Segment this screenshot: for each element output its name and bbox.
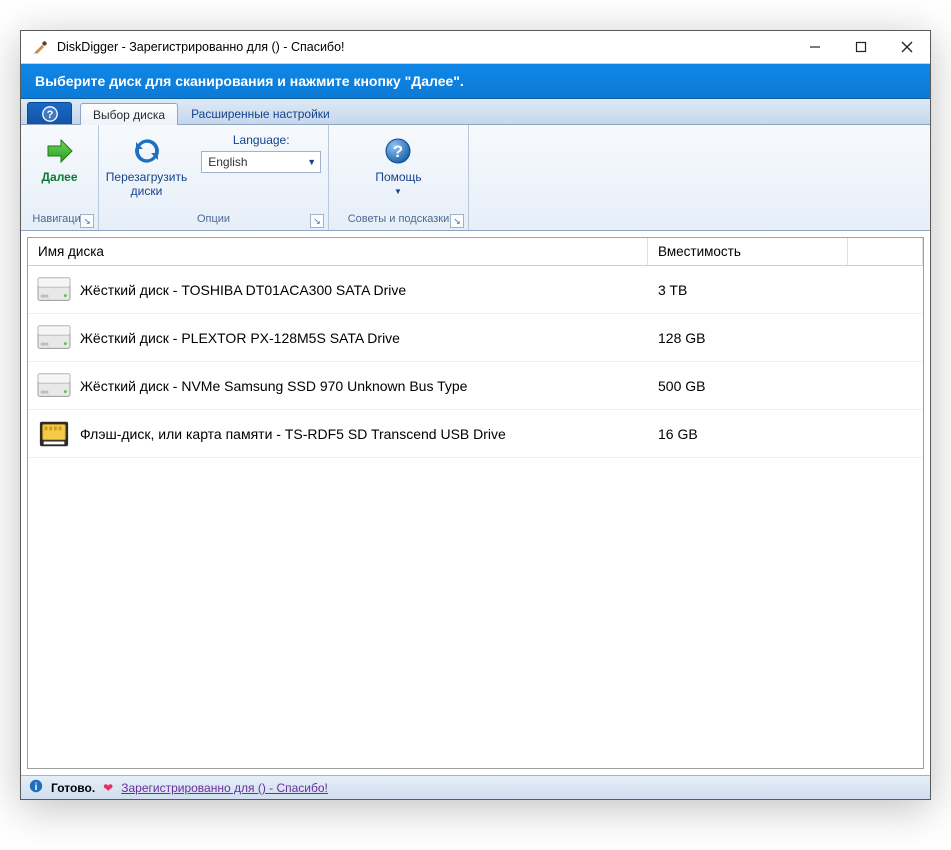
refresh-icon [129, 133, 165, 169]
next-button-label: Далее [41, 171, 77, 185]
help-button[interactable]: ? Помощь ▼ [371, 131, 425, 198]
tab-label: Расширенные настройки [191, 107, 330, 121]
hard-drive-icon [28, 274, 80, 306]
svg-text:?: ? [46, 109, 53, 121]
svg-text:?: ? [393, 142, 403, 161]
disk-capacity: 3 TB [648, 282, 848, 298]
tab-advanced-settings[interactable]: Расширенные настройки [178, 102, 343, 124]
table-row[interactable]: Флэш-диск, или карта памяти - TS-RDF5 SD… [28, 410, 923, 458]
hard-drive-icon [28, 322, 80, 354]
column-header-capacity[interactable]: Вместимость [648, 238, 848, 265]
status-ready: Готово. [51, 781, 95, 795]
grid-header: Имя диска Вместимость [28, 238, 923, 266]
close-button[interactable] [884, 31, 930, 63]
disk-name: Флэш-диск, или карта памяти - TS-RDF5 SD… [80, 426, 648, 442]
ribbon-group-tips: ? Помощь ▼ Советы и подсказки ↘ [329, 125, 469, 230]
table-row[interactable]: Жёсткий диск - TOSHIBA DT01ACA300 SATA D… [28, 266, 923, 314]
language-value: English [208, 155, 247, 169]
help-icon: ? [380, 133, 416, 169]
dialog-launcher-icon[interactable]: ↘ [310, 214, 324, 228]
hard-drive-icon [28, 370, 80, 402]
language-label: Language: [201, 133, 321, 147]
disk-name: Жёсткий диск - PLEXTOR PX-128M5S SATA Dr… [80, 330, 648, 346]
instruction-bar: Выберите диск для сканирования и нажмите… [21, 63, 930, 99]
statusbar: i Готово. ❤ Зарегистрированно для () - С… [21, 775, 930, 799]
chevron-down-icon: ▼ [394, 187, 403, 196]
tab-select-disk[interactable]: Выбор диска [80, 103, 178, 125]
maximize-button[interactable] [838, 31, 884, 63]
dialog-launcher-icon[interactable]: ↘ [80, 214, 94, 228]
chevron-down-icon: ▼ [307, 157, 316, 167]
ribbon-group-navigation: Далее Навигация ↘ [21, 125, 99, 230]
minimize-button[interactable] [792, 31, 838, 63]
file-tab[interactable]: ? [27, 102, 72, 124]
disk-name: Жёсткий диск - NVMe Samsung SSD 970 Unkn… [80, 378, 648, 394]
table-row[interactable]: Жёсткий диск - NVMe Samsung SSD 970 Unkn… [28, 362, 923, 410]
help-button-label: Помощь [375, 171, 421, 185]
window-controls [792, 31, 930, 63]
table-row[interactable]: Жёсткий диск - PLEXTOR PX-128M5S SATA Dr… [28, 314, 923, 362]
reload-disks-button[interactable]: Перезагрузить диски [102, 131, 191, 201]
heart-icon: ❤ [103, 781, 113, 795]
content-area: Имя диска Вместимость Жёсткий диск - TOS… [21, 231, 930, 775]
dialog-launcher-icon[interactable]: ↘ [450, 214, 464, 228]
disk-capacity: 128 GB [648, 330, 848, 346]
next-button[interactable]: Далее [37, 131, 81, 187]
language-select[interactable]: English ▼ [201, 151, 321, 173]
tab-label: Выбор диска [93, 108, 165, 122]
svg-text:i: i [35, 782, 38, 793]
column-header-spare [848, 238, 923, 265]
window-title: DiskDigger - Зарегистрированно для () - … [57, 40, 792, 54]
app-window: DiskDigger - Зарегистрированно для () - … [20, 30, 931, 800]
ribbon-group-options: Перезагрузить диски Language: English ▼ … [99, 125, 329, 230]
arrow-right-icon [41, 133, 77, 169]
titlebar: DiskDigger - Зарегистрированно для () - … [21, 31, 930, 63]
disk-name: Жёсткий диск - TOSHIBA DT01ACA300 SATA D… [80, 282, 648, 298]
app-icon [31, 38, 49, 56]
grid-rows: Жёсткий диск - TOSHIBA DT01ACA300 SATA D… [28, 266, 923, 768]
ribbon-group-label: Опции [105, 210, 322, 228]
flash-drive-icon [28, 418, 80, 450]
disk-capacity: 16 GB [648, 426, 848, 442]
ribbon-tabstrip: ? Выбор диска Расширенные настройки [21, 99, 930, 125]
disk-grid: Имя диска Вместимость Жёсткий диск - TOS… [27, 237, 924, 769]
disk-capacity: 500 GB [648, 378, 848, 394]
info-icon: i [29, 779, 43, 796]
registration-link[interactable]: Зарегистрированно для () - Спасибо! [121, 781, 328, 795]
reload-disks-label: Перезагрузить диски [106, 171, 187, 199]
column-header-name[interactable]: Имя диска [28, 238, 648, 265]
ribbon-group-label: Советы и подсказки [335, 210, 462, 228]
ribbon: Далее Навигация ↘ [21, 125, 930, 231]
